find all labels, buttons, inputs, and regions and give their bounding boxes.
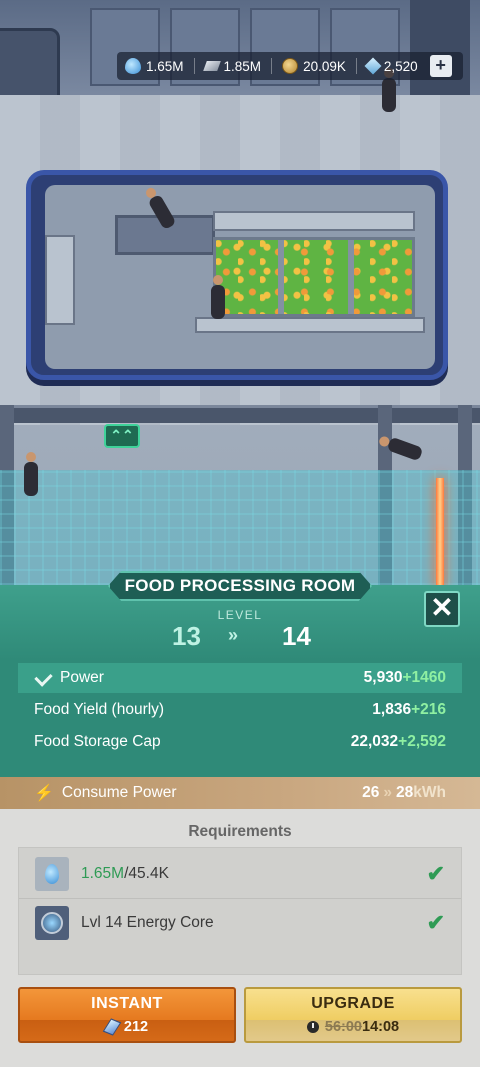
stat-row-food-storage: Food Storage Cap 22,032 +2,592 [18, 727, 462, 757]
consume-arrow-icon: » [383, 784, 393, 801]
panel-header: FOOD PROCESSING ROOM LEVEL 13 » 14 ✕ [0, 571, 480, 660]
back-wall [0, 0, 480, 110]
water-drop-icon [125, 58, 141, 74]
stat-label: Food Storage Cap [34, 733, 161, 750]
add-gems-button[interactable]: + [429, 55, 452, 77]
current-level: 13 [172, 621, 201, 651]
room-title: FOOD PROCESSING ROOM [108, 571, 372, 601]
lightning-bolt-icon: ⚡ [34, 785, 54, 802]
water-amount: 1.65M [146, 58, 184, 74]
consume-current: 26 [362, 784, 380, 801]
side-machine [45, 235, 75, 325]
crop-bed-divider [278, 240, 284, 314]
stat-value: 22,032 [350, 733, 399, 750]
level-up-arrow-icon[interactable]: ⌃⌃ [104, 424, 140, 448]
crop-bed-divider [348, 240, 354, 314]
laser-beam [436, 478, 444, 585]
gem-amount: 2,520 [383, 58, 418, 74]
food-processing-room[interactable] [26, 170, 448, 380]
requirements-list: 1.65M/45.4K ✔ Lvl 14 Energy Core ✔ [18, 847, 462, 975]
coin-resource: 20.09K [282, 58, 346, 74]
gem-icon [102, 1018, 122, 1036]
requirement-have: 1.65M [81, 865, 125, 882]
upgrade-panel: FOOD PROCESSING ROOM LEVEL 13 » 14 ✕ Pow… [0, 571, 480, 1067]
stat-value: 1,836 [372, 701, 412, 718]
upgrade-button[interactable]: UPGRADE 56:00 14:08 [244, 987, 462, 1043]
metal-ingot-icon [202, 61, 221, 71]
stat-label: Power [34, 669, 364, 687]
coin-icon [282, 58, 299, 74]
requirement-water[interactable]: 1.65M/45.4K ✔ [19, 850, 461, 898]
worker-character[interactable] [211, 275, 225, 319]
stat-row-power: Power 5,930 +1460 [18, 663, 462, 693]
worker-character[interactable] [24, 452, 38, 496]
game-scene[interactable]: ⌃⌃ 1.65M 1.85M 20.09K 2,520 + [0, 0, 480, 585]
stats-list: Power 5,930 +1460 Food Yield (hourly) 1,… [0, 660, 480, 777]
check-icon: ✔ [426, 861, 445, 886]
reduced-time: 14:08 [362, 1019, 400, 1035]
divider [193, 58, 195, 74]
stat-value: 5,930 [363, 669, 403, 686]
close-button[interactable]: ✕ [424, 591, 460, 627]
room-interior [45, 185, 435, 369]
requirement-text: 1.65M/45.4K [81, 865, 427, 883]
instant-cost-value: 212 [123, 1019, 149, 1035]
next-level: 14 [282, 621, 311, 651]
coin-amount: 20.09K [303, 58, 346, 74]
power-rank-icon [34, 670, 52, 686]
consume-next: 28 [396, 784, 414, 801]
consume-label-text: Consume Power [61, 784, 177, 801]
stat-row-food-yield: Food Yield (hourly) 1,836 +216 [18, 695, 462, 725]
level-label: LEVEL [217, 608, 263, 622]
water-resource: 1.65M [125, 58, 184, 74]
stat-label-text: Power [60, 669, 104, 686]
instant-button[interactable]: INSTANT 212 [18, 987, 236, 1043]
divider [355, 58, 357, 74]
requirement-text: Lvl 14 Energy Core [81, 913, 214, 931]
clock-icon [306, 1021, 319, 1033]
gem-icon [364, 57, 382, 75]
gem-resource: 2,520 [364, 57, 418, 75]
resource-bar: 1.65M 1.85M 20.09K 2,520 + [117, 52, 463, 80]
energy-core-icon [35, 905, 69, 940]
construction-blueprint[interactable] [0, 470, 480, 585]
requirement-energy-core[interactable]: Lvl 14 Energy Core ✔ [19, 898, 461, 946]
upgrade-label: UPGRADE [311, 995, 395, 1012]
metal-amount: 1.85M [223, 58, 262, 74]
requirement-need: /45.4K [124, 865, 169, 882]
level-arrow-icon: » [228, 625, 239, 645]
instant-cost: 212 [20, 1018, 234, 1036]
original-time: 56:00 [324, 1019, 362, 1035]
crop-beds [213, 237, 415, 317]
stat-label: Food Yield (hourly) [34, 701, 165, 718]
consume-unit: kWh [413, 784, 446, 801]
consume-label: ⚡ Consume Power [34, 783, 362, 803]
divider [271, 58, 273, 74]
stat-increase: +216 [411, 701, 446, 718]
worker-character[interactable] [382, 68, 396, 112]
upgrade-time: 56:00 14:08 [246, 1019, 460, 1035]
water-drop-icon [35, 857, 69, 891]
conveyor-bottom [195, 317, 425, 333]
stat-increase: +1460 [402, 669, 446, 686]
requirements-title: Requirements [188, 823, 292, 840]
instant-label: INSTANT [91, 995, 163, 1012]
stat-increase: +2,592 [398, 733, 446, 750]
frame-beam [0, 405, 480, 423]
worker-character[interactable] [386, 436, 424, 462]
check-icon: ✔ [426, 909, 445, 935]
conveyor-top [213, 211, 415, 231]
metal-resource: 1.85M [202, 58, 262, 74]
consume-power-row: ⚡ Consume Power 26 » 28 kWh [0, 777, 480, 809]
